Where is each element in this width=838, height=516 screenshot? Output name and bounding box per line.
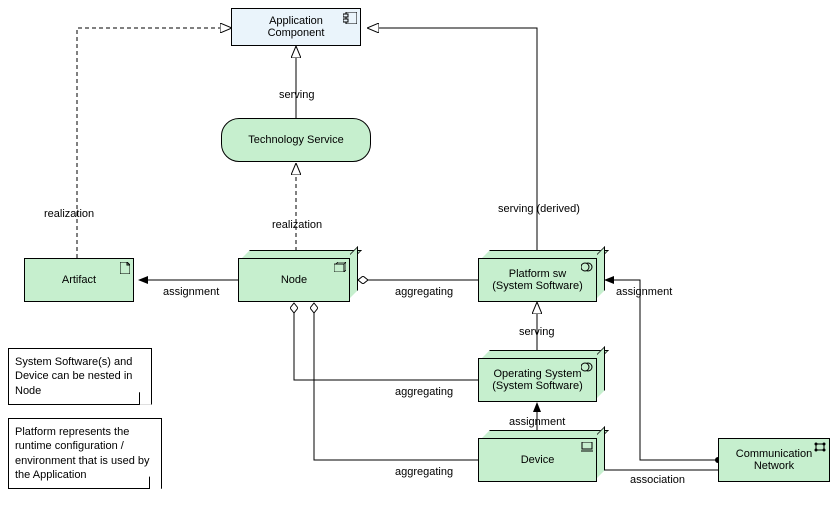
- note-nesting-text: System Software(s) and Device can be nes…: [15, 356, 132, 397]
- serving-label: serving: [279, 89, 314, 101]
- node[interactable]: Node: [238, 250, 358, 302]
- serving-derived-label: serving (derived): [498, 203, 580, 215]
- artifact-label: Artifact: [62, 274, 96, 286]
- node-label: Node: [281, 274, 307, 286]
- serving-label-2: serving: [519, 326, 554, 338]
- component-icon: [343, 12, 357, 27]
- assignment-label-2: assignment: [509, 416, 565, 428]
- platform-sw[interactable]: Platform sw (System Software): [478, 250, 605, 302]
- note-platform: Platform represents the runtime configur…: [8, 418, 162, 489]
- technology-service-label: Technology Service: [248, 134, 343, 146]
- network-icon: [814, 442, 826, 455]
- realization-label-2: realization: [272, 219, 322, 231]
- aggregating-label-2: aggregating: [395, 386, 453, 398]
- device-icon: [581, 442, 593, 455]
- application-component[interactable]: Application Component: [231, 8, 361, 46]
- operating-system-label: Operating System (System Software): [492, 368, 582, 392]
- device-label: Device: [521, 454, 555, 466]
- diagram-canvas: Application Component Technology Service…: [0, 0, 838, 516]
- device[interactable]: Device: [478, 430, 605, 482]
- note-platform-text: Platform represents the runtime configur…: [15, 426, 150, 481]
- aggregating-label-1: aggregating: [395, 286, 453, 298]
- system-software-icon: [581, 262, 593, 275]
- communication-network-label: Communication Network: [736, 448, 812, 472]
- document-icon: [120, 262, 130, 277]
- communication-network[interactable]: Communication Network: [718, 438, 830, 482]
- assignment-label-1: assignment: [163, 286, 219, 298]
- operating-system[interactable]: Operating System (System Software): [478, 350, 605, 402]
- aggregating-label-3: aggregating: [395, 466, 453, 478]
- realization-label-1: realization: [44, 208, 94, 220]
- technology-service[interactable]: Technology Service: [221, 118, 371, 162]
- platform-sw-label: Platform sw (System Software): [492, 268, 582, 292]
- note-nesting: System Software(s) and Device can be nes…: [8, 348, 152, 405]
- association-label: association: [630, 474, 685, 486]
- system-software-icon: [581, 362, 593, 375]
- application-component-label: Application Component: [268, 15, 325, 39]
- node-icon: [334, 262, 346, 275]
- artifact[interactable]: Artifact: [24, 258, 134, 302]
- assignment-label-3: assignment: [616, 286, 672, 298]
